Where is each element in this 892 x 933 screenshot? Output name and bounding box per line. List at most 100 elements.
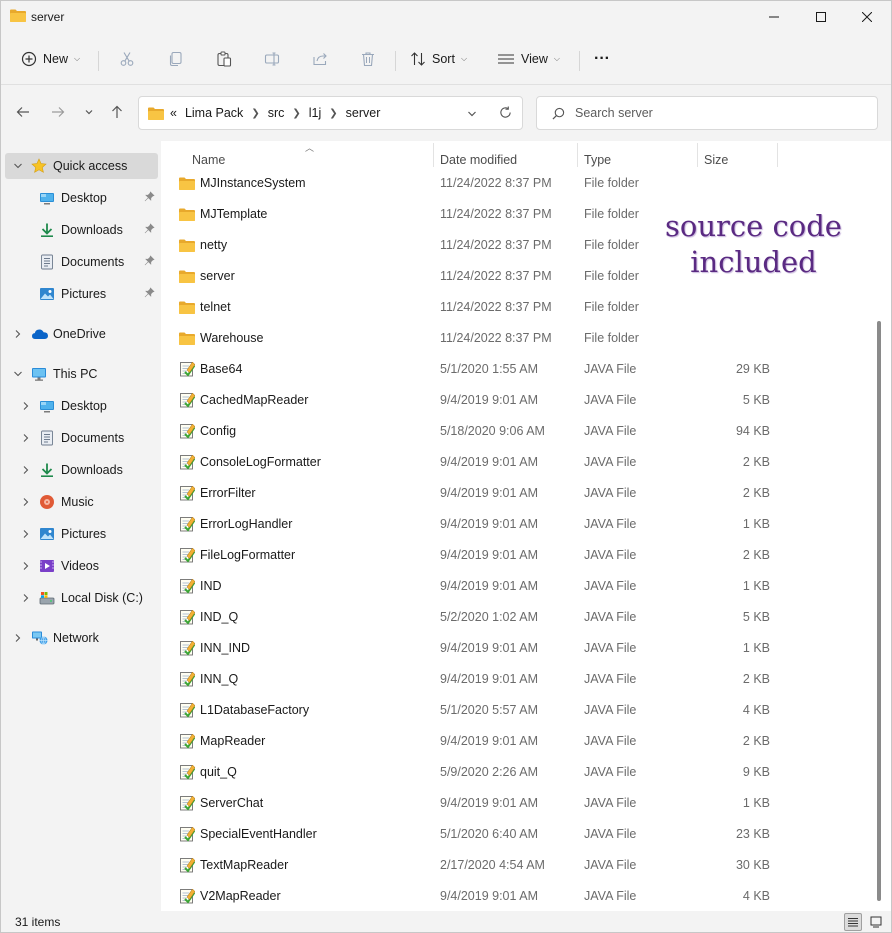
table-row[interactable]: ConsoleLogFormatter 9/4/2019 9:01 AM JAVA … xyxy=(161,447,881,478)
table-row[interactable]: SpecialEventHandler 5/1/2020 6:40 AM JAVA … xyxy=(161,819,881,850)
divider xyxy=(395,51,396,71)
sidebar-item-label: Documents xyxy=(61,431,125,445)
chevron-right-icon[interactable] xyxy=(13,633,23,645)
divider xyxy=(98,51,99,71)
view-button[interactable]: View ⌵ xyxy=(497,45,560,73)
chevron-down-icon[interactable] xyxy=(13,369,23,381)
rename-button[interactable] xyxy=(258,45,286,73)
disk-icon xyxy=(39,590,55,606)
refresh-button[interactable] xyxy=(499,106,512,122)
chevron-right-icon[interactable] xyxy=(21,433,31,445)
chevron-right-icon[interactable] xyxy=(13,329,23,341)
sidebar-item-documents[interactable]: Documents xyxy=(5,425,158,451)
minimize-button[interactable] xyxy=(751,1,797,33)
java-file-icon xyxy=(179,671,196,687)
chevron-right-icon[interactable]: ❯ xyxy=(251,108,259,119)
table-row[interactable]: ServerChat 9/4/2019 9:01 AM JAVA File 1 KB xyxy=(161,788,881,819)
trash-icon xyxy=(362,52,374,67)
pictures-icon xyxy=(39,526,55,542)
chevron-down-icon[interactable] xyxy=(13,161,23,173)
file-size: 2 KB xyxy=(742,548,770,562)
sidebar-item-desktop[interactable]: Desktop xyxy=(5,185,158,211)
share-button[interactable] xyxy=(306,45,334,73)
recent-locations-button[interactable] xyxy=(78,101,100,123)
sidebar-item-label: Quick access xyxy=(53,159,128,173)
address-history-button[interactable] xyxy=(467,108,477,122)
more-options-button[interactable]: ··· xyxy=(594,45,610,73)
delete-button[interactable] xyxy=(354,45,382,73)
file-type: JAVA File xyxy=(584,517,637,531)
sidebar-item-onedrive[interactable]: OneDrive xyxy=(5,321,158,347)
file-date-modified: 5/2/2020 1:02 AM xyxy=(440,610,538,624)
large-icons-view-button[interactable] xyxy=(867,913,885,931)
search-input[interactable] xyxy=(575,105,865,121)
breadcrumb-overflow[interactable]: « xyxy=(170,106,177,120)
column-divider[interactable] xyxy=(433,143,434,167)
table-row[interactable]: quit_Q 5/9/2020 2:26 AM JAVA File 9 KB xyxy=(161,757,881,788)
paste-icon xyxy=(217,51,232,67)
table-row[interactable]: telnet 11/24/2022 8:37 PM File folder xyxy=(161,292,881,323)
table-row[interactable]: L1DatabaseFactory 5/1/2020 5:57 AM JAVA Fi… xyxy=(161,695,881,726)
table-row[interactable]: FileLogFormatter 9/4/2019 9:01 AM JAVA Fil… xyxy=(161,540,881,571)
column-divider[interactable] xyxy=(777,143,778,167)
table-row[interactable]: INN_IND 9/4/2019 9:01 AM JAVA File 1 KB xyxy=(161,633,881,664)
chevron-right-icon[interactable] xyxy=(21,497,31,509)
breadcrumb-l1j[interactable]: l1j xyxy=(309,106,322,120)
column-divider[interactable] xyxy=(577,143,578,167)
breadcrumb-src[interactable]: src xyxy=(268,106,285,120)
sort-button[interactable]: Sort ⌵ xyxy=(410,45,467,73)
cut-button[interactable] xyxy=(113,45,141,73)
table-row[interactable]: ErrorLogHandler 9/4/2019 9:01 AM JAVA File… xyxy=(161,509,881,540)
table-row[interactable]: INN_Q 9/4/2019 9:01 AM JAVA File 2 KB xyxy=(161,664,881,695)
forward-button[interactable] xyxy=(47,101,69,123)
table-row[interactable]: Base64 5/1/2020 1:55 AM JAVA File 29 KB xyxy=(161,354,881,385)
sidebar-item-local-disk-c[interactable]: Local Disk (C:) xyxy=(5,585,158,611)
chevron-right-icon[interactable]: ❯ xyxy=(329,108,337,119)
sidebar-item-network[interactable]: Network xyxy=(5,625,158,651)
chevron-right-icon[interactable]: ❯ xyxy=(292,108,300,119)
file-size: 5 KB xyxy=(742,393,770,407)
breadcrumb-lima-pack[interactable]: Lima Pack xyxy=(185,106,243,120)
chevron-right-icon[interactable] xyxy=(21,401,31,413)
table-row[interactable]: V2MapReader 9/4/2019 9:01 AM JAVA File 4 KB xyxy=(161,881,881,912)
table-row[interactable]: Warehouse 11/24/2022 8:37 PM File folder xyxy=(161,323,881,354)
search-icon xyxy=(552,107,565,120)
sidebar-item-videos[interactable]: Videos xyxy=(5,553,158,579)
chevron-right-icon[interactable] xyxy=(21,561,31,573)
details-view-button[interactable] xyxy=(844,913,862,931)
sidebar-item-quick-access[interactable]: Quick access xyxy=(5,153,158,179)
close-button[interactable] xyxy=(844,1,890,33)
table-row[interactable]: CachedMapReader 9/4/2019 9:01 AM JAVA File… xyxy=(161,385,881,416)
sidebar-item-music[interactable]: Music xyxy=(5,489,158,515)
maximize-button[interactable] xyxy=(798,1,844,33)
new-button[interactable]: New ⌵ xyxy=(21,45,80,73)
sidebar-item-desktop[interactable]: Desktop xyxy=(5,393,158,419)
table-row[interactable]: MJInstanceSystem 11/24/2022 8:37 PM File f… xyxy=(161,168,881,199)
copy-button[interactable] xyxy=(162,45,190,73)
back-button[interactable] xyxy=(12,101,34,123)
table-row[interactable]: TextMapReader 2/17/2020 4:54 AM JAVA File 3… xyxy=(161,850,881,881)
up-button[interactable] xyxy=(106,101,128,123)
chevron-right-icon[interactable] xyxy=(21,529,31,541)
vertical-scrollbar[interactable] xyxy=(877,321,881,901)
sidebar-item-pictures[interactable]: Pictures xyxy=(5,521,158,547)
chevron-right-icon[interactable] xyxy=(21,465,31,477)
table-row[interactable]: ErrorFilter 9/4/2019 9:01 AM JAVA File 2 KB xyxy=(161,478,881,509)
paste-button[interactable] xyxy=(210,45,238,73)
sidebar-item-downloads[interactable]: Downloads xyxy=(5,217,158,243)
address-bar[interactable]: « Lima Pack ❯ src ❯ l1j ❯ server xyxy=(138,96,523,130)
search-box[interactable] xyxy=(536,96,878,130)
column-divider[interactable] xyxy=(697,143,698,167)
java-file-icon xyxy=(179,826,196,842)
table-row[interactable]: Config 5/18/2020 9:06 AM JAVA File 94 KB xyxy=(161,416,881,447)
sidebar-item-pictures[interactable]: Pictures xyxy=(5,281,158,307)
table-row[interactable]: MapReader 9/4/2019 9:01 AM JAVA File 2 KB xyxy=(161,726,881,757)
sidebar-item-this-pc[interactable]: This PC xyxy=(5,361,158,387)
table-row[interactable]: IND_Q 5/2/2020 1:02 AM JAVA File 5 KB xyxy=(161,602,881,633)
folder-icon xyxy=(179,239,195,255)
sidebar-item-downloads[interactable]: Downloads xyxy=(5,457,158,483)
table-row[interactable]: IND 9/4/2019 9:01 AM JAVA File 1 KB xyxy=(161,571,881,602)
chevron-right-icon[interactable] xyxy=(21,593,31,605)
sidebar-item-documents[interactable]: Documents xyxy=(5,249,158,275)
breadcrumb-server[interactable]: server xyxy=(346,106,381,120)
